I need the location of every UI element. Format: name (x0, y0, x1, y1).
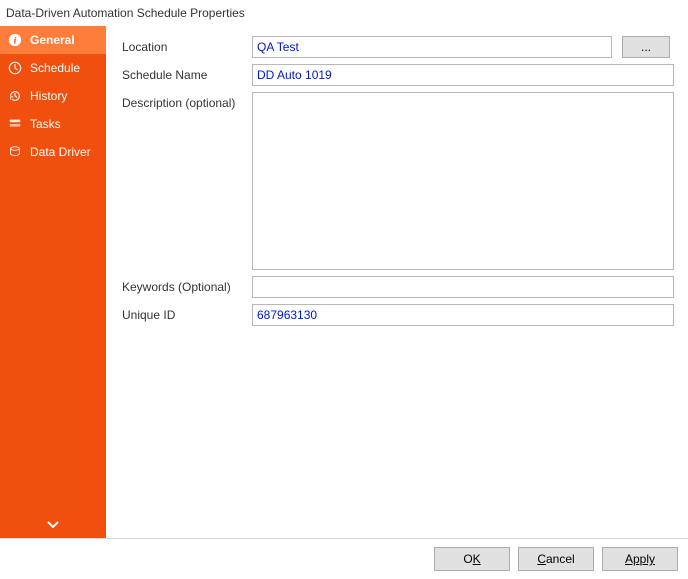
sidebar-item-label: General (30, 33, 75, 47)
sidebar: i General Schedule History (0, 26, 106, 538)
sidebar-item-label: Data Driver (30, 145, 91, 159)
keywords-field[interactable] (252, 276, 674, 298)
dialog-footer: OK Cancel Apply (0, 538, 688, 579)
history-icon (8, 89, 22, 103)
location-field[interactable] (252, 36, 612, 58)
ok-button[interactable]: OK (434, 547, 510, 571)
sidebar-item-history[interactable]: History (0, 82, 106, 110)
apply-button[interactable]: Apply (602, 547, 678, 571)
general-form: Location ... Schedule Name Description (… (122, 36, 674, 326)
location-label: Location (122, 36, 242, 54)
unique-id-field[interactable] (252, 304, 674, 326)
dialog-body: i General Schedule History (0, 26, 688, 538)
dialog-window: Data-Driven Automation Schedule Properti… (0, 0, 688, 579)
cancel-button[interactable]: Cancel (518, 547, 594, 571)
tasks-icon (8, 117, 22, 131)
description-label: Description (optional) (122, 92, 242, 110)
sidebar-item-label: Tasks (30, 117, 61, 131)
sidebar-item-tasks[interactable]: Tasks (0, 110, 106, 138)
window-title: Data-Driven Automation Schedule Properti… (0, 0, 688, 26)
schedule-name-label: Schedule Name (122, 64, 242, 82)
clock-icon (8, 61, 22, 75)
sidebar-item-schedule[interactable]: Schedule (0, 54, 106, 82)
sidebar-item-label: History (30, 89, 67, 103)
data-driver-icon (8, 145, 22, 159)
description-field[interactable] (252, 92, 674, 270)
sidebar-item-data-driver[interactable]: Data Driver (0, 138, 106, 166)
main-panel: Location ... Schedule Name Description (… (106, 26, 688, 538)
chevron-down-icon (0, 520, 106, 530)
svg-text:i: i (14, 36, 17, 47)
info-icon: i (8, 33, 22, 47)
schedule-name-field[interactable] (252, 64, 674, 86)
sidebar-item-general[interactable]: i General (0, 26, 106, 54)
sidebar-item-label: Schedule (30, 61, 80, 75)
sidebar-expand-arrow[interactable] (0, 520, 106, 530)
unique-id-label: Unique ID (122, 304, 242, 322)
browse-location-button[interactable]: ... (622, 36, 670, 58)
keywords-label: Keywords (Optional) (122, 276, 242, 294)
